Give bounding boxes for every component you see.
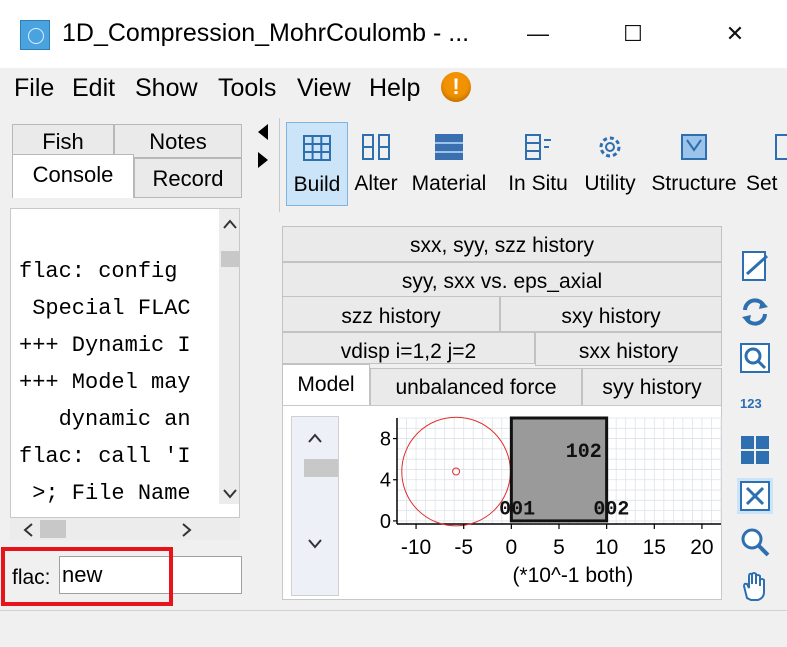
tool-material[interactable]: Material	[404, 122, 494, 206]
menu-tools[interactable]: Tools	[218, 74, 276, 103]
tool-insitu[interactable]: In Situ	[498, 122, 578, 206]
tab-vdisp-history[interactable]: vdisp i=1,2 j=2	[282, 332, 535, 364]
tool-structure-label: Structure	[651, 172, 737, 195]
status-bar	[0, 610, 787, 647]
main-toolbar: Build Alter Material In Situ Utility Str…	[279, 118, 787, 212]
list-scroll-thumb[interactable]	[304, 459, 338, 477]
console-line: flac: call 'I	[19, 444, 191, 469]
view-toolbar: 123	[731, 248, 779, 608]
tab-szz-history[interactable]: szz history	[282, 296, 500, 332]
material-icon	[435, 134, 463, 160]
splitter-arrows-icon[interactable]	[255, 122, 271, 172]
console-hscroll-thumb[interactable]	[40, 520, 66, 538]
tool-alter[interactable]: Alter	[348, 122, 404, 206]
model-plot[interactable]: 102 001 002 0 4 8 -10 -5 0 5 10 15 20 (*10^-1 both)	[339, 412, 723, 600]
command-prompt-label: flac:	[12, 566, 51, 589]
set-icon	[775, 134, 787, 160]
edit-document-icon[interactable]	[737, 248, 773, 284]
console-line: flac: config	[19, 259, 178, 284]
tool-material-label: Material	[411, 172, 487, 195]
scroll-left-icon[interactable]	[22, 522, 36, 538]
tool-set-label: Set	[746, 172, 778, 195]
console-line: Special FLAC	[19, 296, 191, 321]
tool-structure[interactable]: Structure	[644, 122, 744, 206]
tab-sxx-syy-szz-history[interactable]: sxx, syy, szz history	[282, 226, 722, 262]
menu-file[interactable]: File	[14, 74, 54, 103]
window-title: 1D_Compression_MohrCoulomb - ...	[62, 19, 470, 47]
x-axis-label: (*10^-1 both)	[512, 564, 633, 587]
console-line: +++ Dynamic I	[19, 333, 191, 358]
scroll-right-icon[interactable]	[180, 522, 194, 538]
minimize-button[interactable]: —	[508, 15, 568, 53]
y-tick-label: 0	[380, 511, 391, 533]
console-scroll-thumb[interactable]	[221, 251, 239, 267]
scroll-down-icon[interactable]	[221, 487, 239, 501]
list-down-icon[interactable]	[306, 537, 324, 551]
menu-bar: File Edit Show Tools View Help	[0, 68, 787, 108]
layout-grid-icon[interactable]	[737, 432, 773, 468]
x-tick-label: -5	[454, 536, 473, 559]
tool-alter-label: Alter	[354, 172, 398, 195]
mohr-circle	[401, 416, 511, 527]
zoom-window-icon[interactable]	[737, 340, 773, 376]
model-label: 001	[499, 499, 535, 522]
tool-build-label: Build	[293, 173, 341, 196]
menu-show[interactable]: Show	[135, 74, 198, 103]
model-label: 002	[593, 499, 629, 522]
tab-console[interactable]: Console	[12, 154, 134, 198]
x-tick-label: 10	[595, 536, 618, 559]
y-tick-label: 8	[380, 429, 391, 451]
y-tick-label: 4	[380, 470, 391, 492]
refresh-icon[interactable]	[737, 294, 773, 330]
x-tick-label: 20	[690, 536, 713, 559]
tool-set[interactable]: Set	[746, 122, 787, 206]
console-line: dynamic an	[19, 407, 191, 432]
model-label: 102	[566, 441, 602, 464]
structure-icon	[681, 134, 707, 160]
app-icon	[20, 20, 50, 50]
plot-panel: 102 001 002 0 4 8 -10 -5 0 5 10 15 20 (*10^-1 both)	[282, 405, 722, 600]
gear-icon	[599, 136, 621, 158]
tab-syy-sxx-vs-eps-axial[interactable]: syy, sxx vs. eps_axial	[282, 262, 722, 298]
tool-build[interactable]: Build	[286, 122, 348, 206]
alter-grid-icon	[362, 134, 390, 160]
x-tick-label: -10	[401, 536, 431, 559]
tab-sxx-history[interactable]: sxx history	[535, 332, 722, 366]
x-tick-label: 5	[553, 536, 565, 559]
reset-view-icon[interactable]	[737, 478, 773, 514]
list-up-icon[interactable]	[306, 431, 324, 445]
scroll-up-icon[interactable]	[221, 217, 239, 231]
menu-view[interactable]: View	[297, 74, 351, 103]
title-bar: 1D_Compression_MohrCoulomb - ... — ☐ ✕	[0, 0, 787, 68]
insitu-icon	[525, 134, 551, 160]
x-tick-label: 0	[506, 536, 518, 559]
command-input[interactable]	[59, 556, 242, 594]
zoom-icon[interactable]	[737, 524, 773, 560]
x-tick-label: 15	[643, 536, 666, 559]
svg-text:123: 123	[740, 396, 762, 411]
menu-help[interactable]: Help	[369, 74, 420, 103]
console-output[interactable]: flac: config Special FLAC +++ Dynamic I …	[10, 208, 240, 518]
tab-model[interactable]: Model	[282, 364, 370, 408]
numbering-icon[interactable]: 123	[737, 386, 773, 422]
tab-notes[interactable]: Notes	[114, 124, 242, 158]
maximize-button[interactable]: ☐	[603, 15, 663, 53]
tool-utility[interactable]: Utility	[578, 122, 642, 206]
tab-syy-history[interactable]: syy history	[582, 368, 722, 406]
tool-utility-label: Utility	[584, 172, 636, 195]
tab-record[interactable]: Record	[134, 158, 242, 198]
console-line: +++ Model may	[19, 370, 191, 395]
pan-hand-icon[interactable]	[737, 568, 773, 604]
close-button[interactable]: ✕	[705, 15, 765, 53]
tab-sxy-history[interactable]: sxy history	[500, 296, 722, 332]
tool-insitu-label: In Situ	[508, 172, 568, 195]
warning-icon[interactable]: !	[441, 72, 471, 102]
tab-fish[interactable]: Fish	[12, 124, 114, 158]
grid-icon	[303, 135, 331, 161]
plot-item-list[interactable]	[291, 416, 339, 596]
console-line: >; File Name	[19, 481, 191, 506]
menu-edit[interactable]: Edit	[72, 74, 115, 103]
tab-unbalanced-force[interactable]: unbalanced force	[370, 368, 582, 406]
